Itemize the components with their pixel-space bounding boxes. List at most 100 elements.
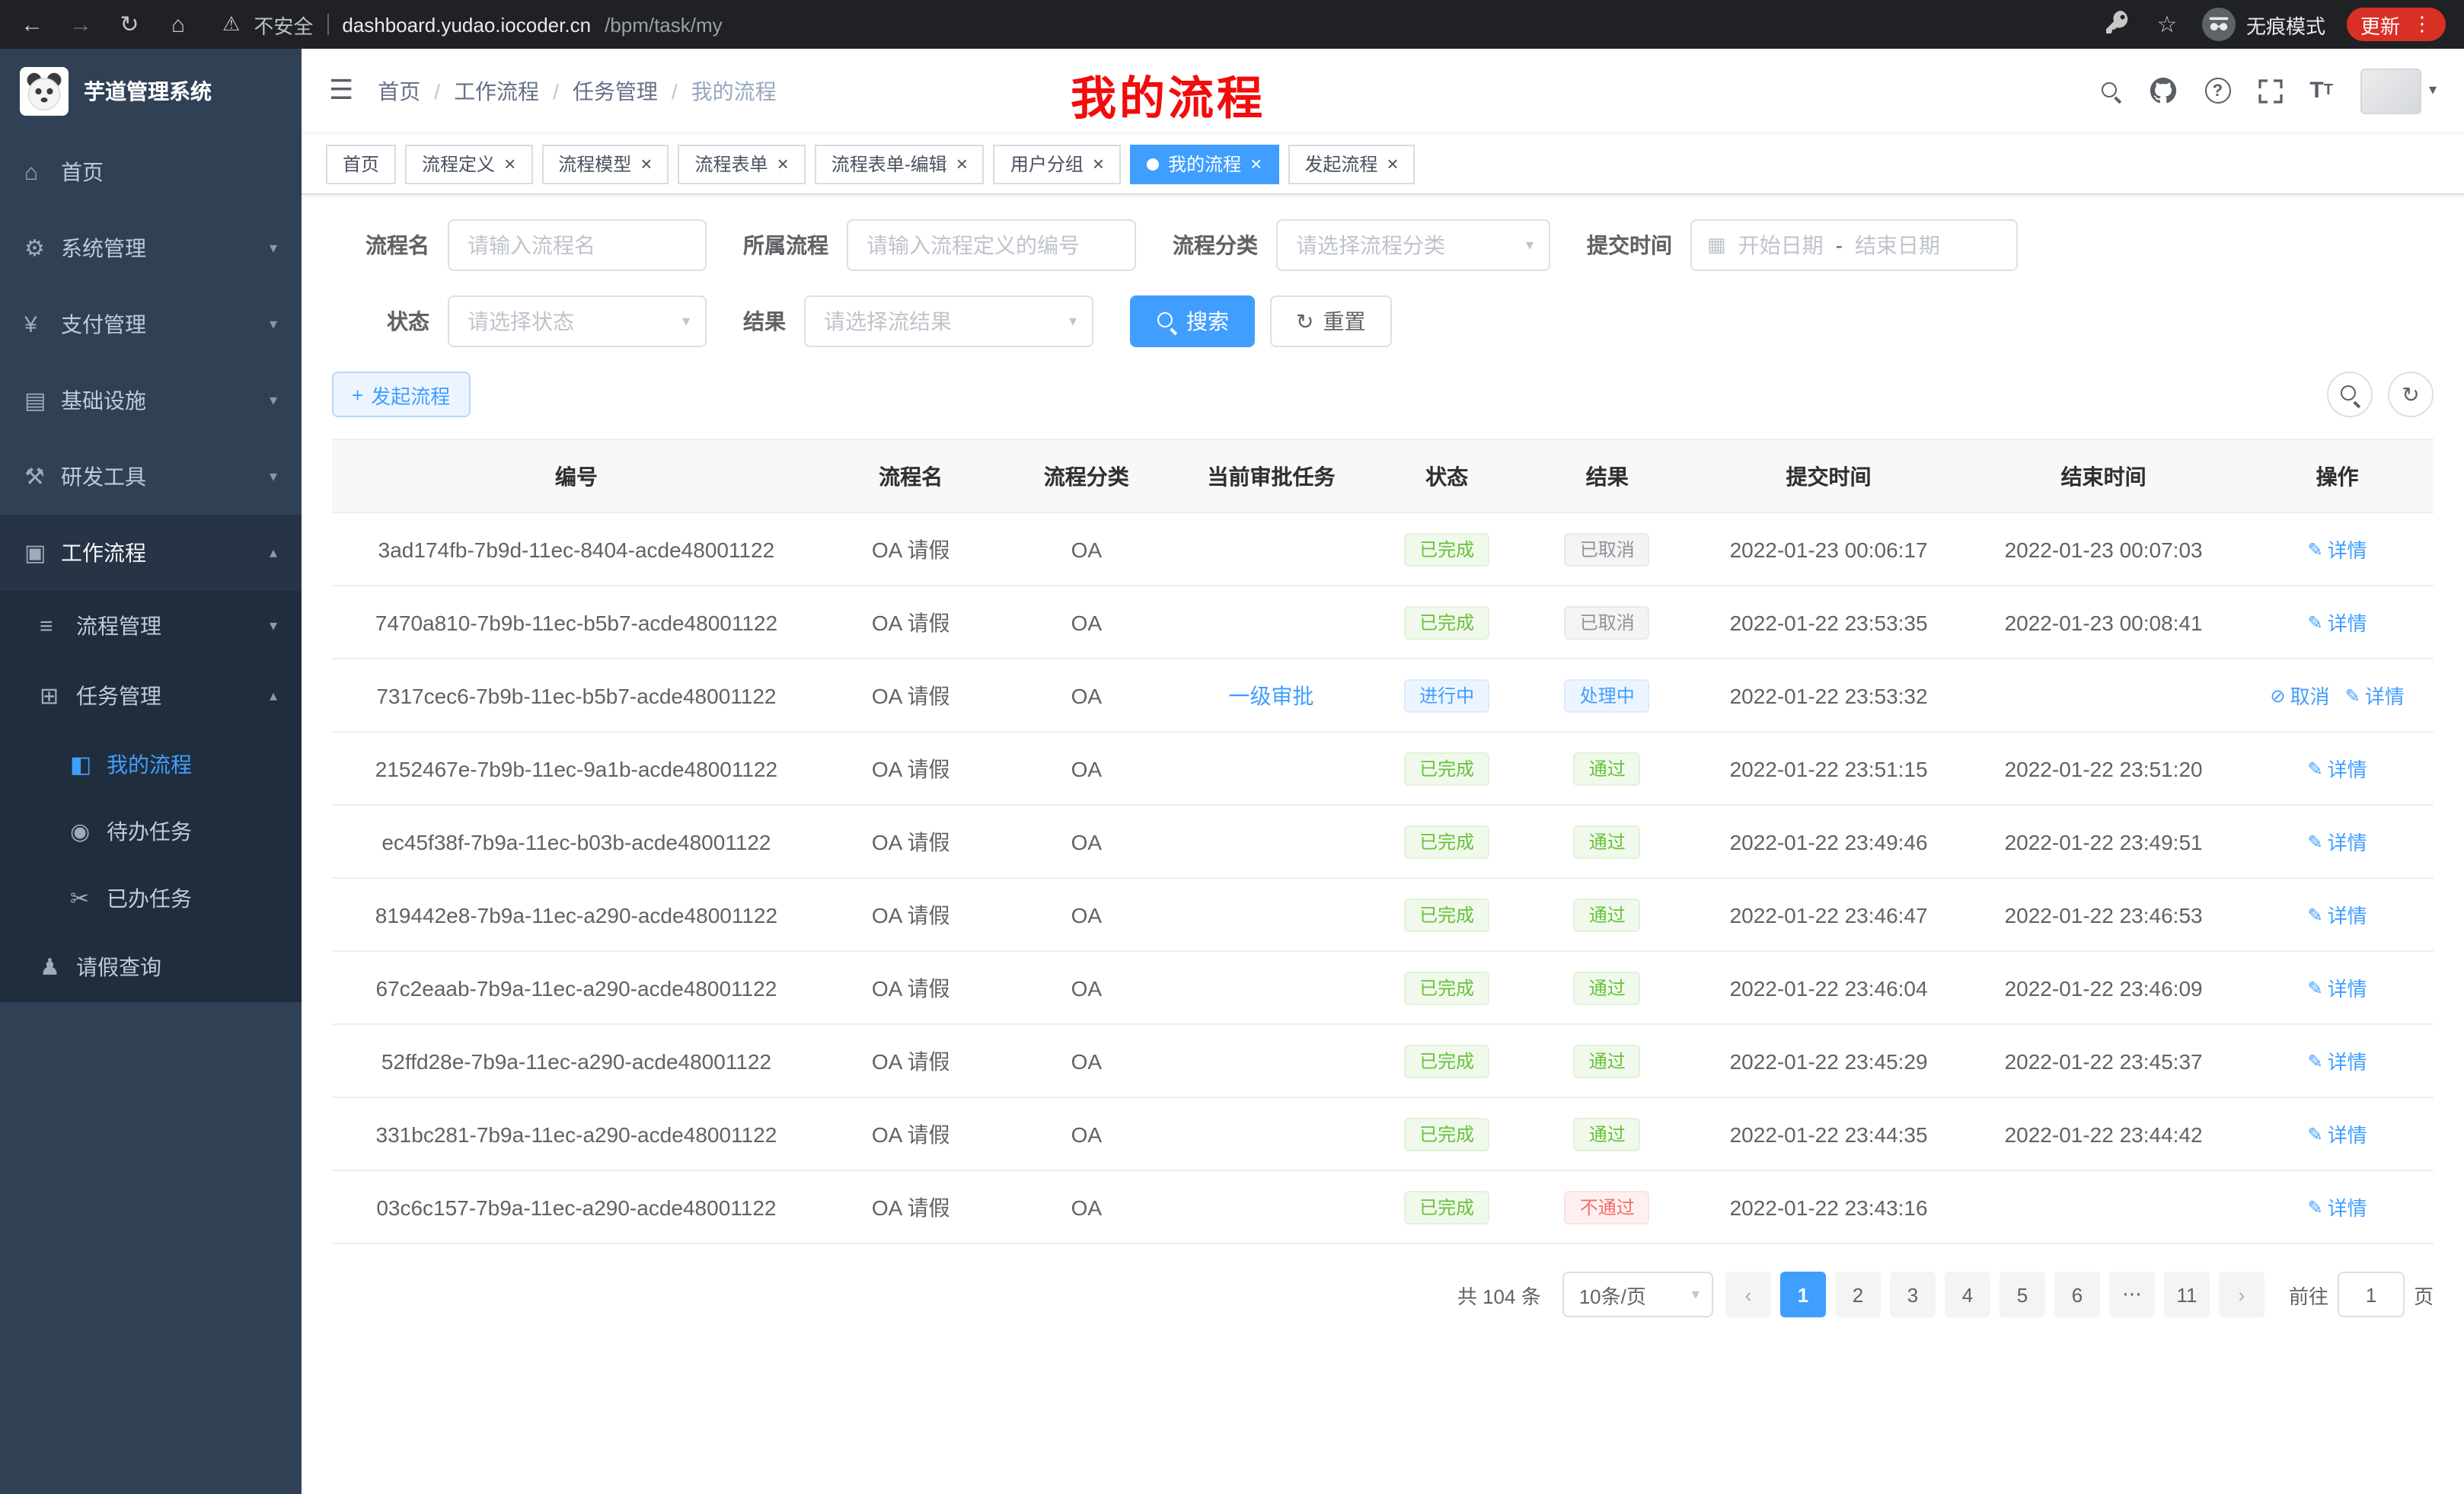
search-button-label: 搜索 [1186, 306, 1229, 337]
close-icon[interactable]: × [1093, 154, 1104, 174]
tab-item[interactable]: 首页 [326, 144, 396, 184]
tab-item[interactable]: 发起流程× [1288, 144, 1415, 184]
incognito-badge[interactable]: 无痕模式 [2202, 8, 2325, 41]
address-bar[interactable]: ⚠ 不安全 dashboard.yudao.iocoder.cn/bpm/tas… [222, 10, 723, 39]
detail-link[interactable]: ✎详情 [2307, 754, 2367, 783]
sidebar-item-dev-tools[interactable]: ⚒研发工具▾ [0, 439, 302, 515]
page-button[interactable]: 1 [1780, 1272, 1826, 1317]
close-icon[interactable]: × [1387, 154, 1398, 174]
breadcrumb-item[interactable]: 首页 [378, 75, 420, 106]
sidebar-item-todo-tasks[interactable]: ◉待办任务 [0, 798, 302, 865]
goto-page-input[interactable] [2338, 1272, 2405, 1317]
close-icon[interactable]: × [777, 154, 789, 174]
reset-button[interactable]: ↻ 重置 [1270, 295, 1391, 347]
detail-link[interactable]: ✎详情 [2307, 973, 2367, 1002]
detail-link[interactable]: ✎详情 [2307, 827, 2367, 856]
page-button[interactable]: 2 [1835, 1272, 1881, 1317]
cell-process-name: OA 请假 [821, 951, 1001, 1024]
detail-link[interactable]: ✎详情 [2307, 608, 2367, 637]
process-name-input[interactable] [448, 219, 707, 271]
page-button[interactable]: 3 [1890, 1272, 1936, 1317]
sidebar-item-done-tasks[interactable]: ✂已办任务 [0, 865, 302, 932]
page-size-select[interactable]: 10条/页 ▾ [1562, 1272, 1713, 1317]
prev-page-button[interactable]: ‹ [1725, 1272, 1771, 1317]
fullscreen-icon[interactable] [2258, 78, 2282, 103]
search-icon[interactable] [2099, 80, 2121, 101]
detail-link[interactable]: ✎详情 [2307, 1192, 2367, 1221]
sidebar-item-home[interactable]: ⌂首页 [0, 134, 302, 210]
next-page-button[interactable]: › [2219, 1272, 2265, 1317]
detail-link[interactable]: ✎详情 [2307, 535, 2367, 563]
tab-item[interactable]: 我的流程× [1130, 144, 1278, 184]
action-label: 详情 [2328, 1046, 2367, 1075]
search-button[interactable]: 搜索 [1130, 295, 1255, 347]
tab-item[interactable]: 流程定义× [405, 144, 532, 184]
tab-label: 流程表单 [694, 151, 768, 177]
close-icon[interactable]: × [504, 154, 515, 174]
cell-status: 已完成 [1371, 1170, 1524, 1243]
github-icon[interactable] [2148, 76, 2177, 105]
more-pages-button[interactable]: ⋯ [2109, 1272, 2155, 1317]
help-icon[interactable]: ? [2204, 78, 2230, 104]
detail-link[interactable]: ✎详情 [2307, 1119, 2367, 1148]
sidebar-item-workflow[interactable]: ▣工作流程▴ [0, 515, 302, 591]
page-button[interactable]: 6 [2054, 1272, 2100, 1317]
menu-label: 首页 [61, 157, 104, 187]
browser-home-icon[interactable]: ⌂ [164, 11, 192, 37]
bookmark-star-icon[interactable]: ☆ [2153, 11, 2181, 38]
page-button[interactable]: 11 [2164, 1272, 2210, 1317]
submit-time-range-picker[interactable]: ▦ 开始日期 - 结束日期 [1690, 219, 2018, 271]
browser-reload-icon[interactable]: ↻ [116, 11, 143, 38]
page-button[interactable]: 4 [1945, 1272, 1990, 1317]
sidebar-item-system-management[interactable]: ⚙系统管理▾ [0, 210, 302, 286]
detail-link[interactable]: ✎详情 [2345, 681, 2405, 710]
column-header: 提交时间 [1691, 439, 1966, 512]
tab-item[interactable]: 流程表单-编辑× [815, 144, 985, 184]
cell-category: OA [1001, 732, 1173, 805]
breadcrumb-current: 我的流程 [691, 75, 777, 106]
tab-item[interactable]: 流程模型× [541, 144, 669, 184]
breadcrumb-separator: / [434, 78, 440, 103]
browser-forward-icon[interactable]: → [67, 11, 94, 37]
app-logo[interactable]: 芋道管理系统 [0, 49, 302, 134]
menu-label: 待办任务 [107, 816, 192, 847]
hamburger-icon[interactable]: ☰ [329, 75, 353, 107]
sidebar-item-payment-management[interactable]: ¥支付管理▾ [0, 286, 302, 362]
browser-back-icon[interactable]: ← [18, 11, 46, 37]
address-separator [327, 14, 328, 35]
current-task-link[interactable]: 一级审批 [1229, 683, 1314, 707]
cell-actions: ✎详情 [2241, 1097, 2434, 1170]
status-select[interactable]: 请选择状态 ▾ [448, 295, 707, 347]
cell-process-name: OA 请假 [821, 1170, 1001, 1243]
cell-current-task [1172, 512, 1371, 586]
breadcrumb-item[interactable]: 工作流程 [454, 75, 539, 106]
close-icon[interactable]: × [956, 154, 968, 174]
category-select[interactable]: 请选择流程分类 ▾ [1276, 219, 1550, 271]
process-definition-input[interactable] [847, 219, 1136, 271]
breadcrumb-item[interactable]: 任务管理 [573, 75, 658, 106]
key-icon[interactable] [2105, 10, 2132, 39]
top-navbar: ☰ 首页 / 工作流程 / 任务管理 / 我的流程 我的流程 ? [302, 49, 2464, 134]
refresh-table-button[interactable]: ↻ [2388, 372, 2434, 417]
tab-item[interactable]: 流程表单 × [678, 144, 805, 184]
sidebar-item-my-process[interactable]: ◧我的流程 [0, 731, 302, 798]
update-button[interactable]: 更新 ⋮ [2347, 8, 2446, 41]
user-menu[interactable]: ▾ [2360, 68, 2437, 113]
close-icon[interactable]: × [1250, 154, 1262, 174]
sidebar-item-leave-query[interactable]: ♟请假查询 [0, 932, 302, 1002]
sidebar-item-infrastructure[interactable]: ▤基础设施▾ [0, 362, 302, 439]
tab-item[interactable]: 用户分组× [994, 144, 1121, 184]
close-icon[interactable]: × [640, 154, 652, 174]
detail-link[interactable]: ✎详情 [2307, 1046, 2367, 1075]
detail-link[interactable]: ✎详情 [2307, 900, 2367, 929]
create-process-button[interactable]: + 发起流程 [332, 372, 470, 417]
sidebar-item-task-management[interactable]: ⊞任务管理▴ [0, 661, 302, 731]
browser-menu-icon[interactable]: ⋮ [2412, 12, 2432, 37]
cancel-link[interactable]: ⊘取消 [2270, 681, 2329, 710]
result-select[interactable]: 请选择流结果 ▾ [804, 295, 1093, 347]
show-search-button[interactable] [2327, 372, 2373, 417]
font-size-icon[interactable]: TT [2309, 78, 2333, 104]
sidebar-item-process-management[interactable]: ≡流程管理▾ [0, 591, 302, 661]
page-button[interactable]: 5 [2000, 1272, 2045, 1317]
cell-actions: ⊘取消 ✎详情 [2241, 659, 2434, 732]
